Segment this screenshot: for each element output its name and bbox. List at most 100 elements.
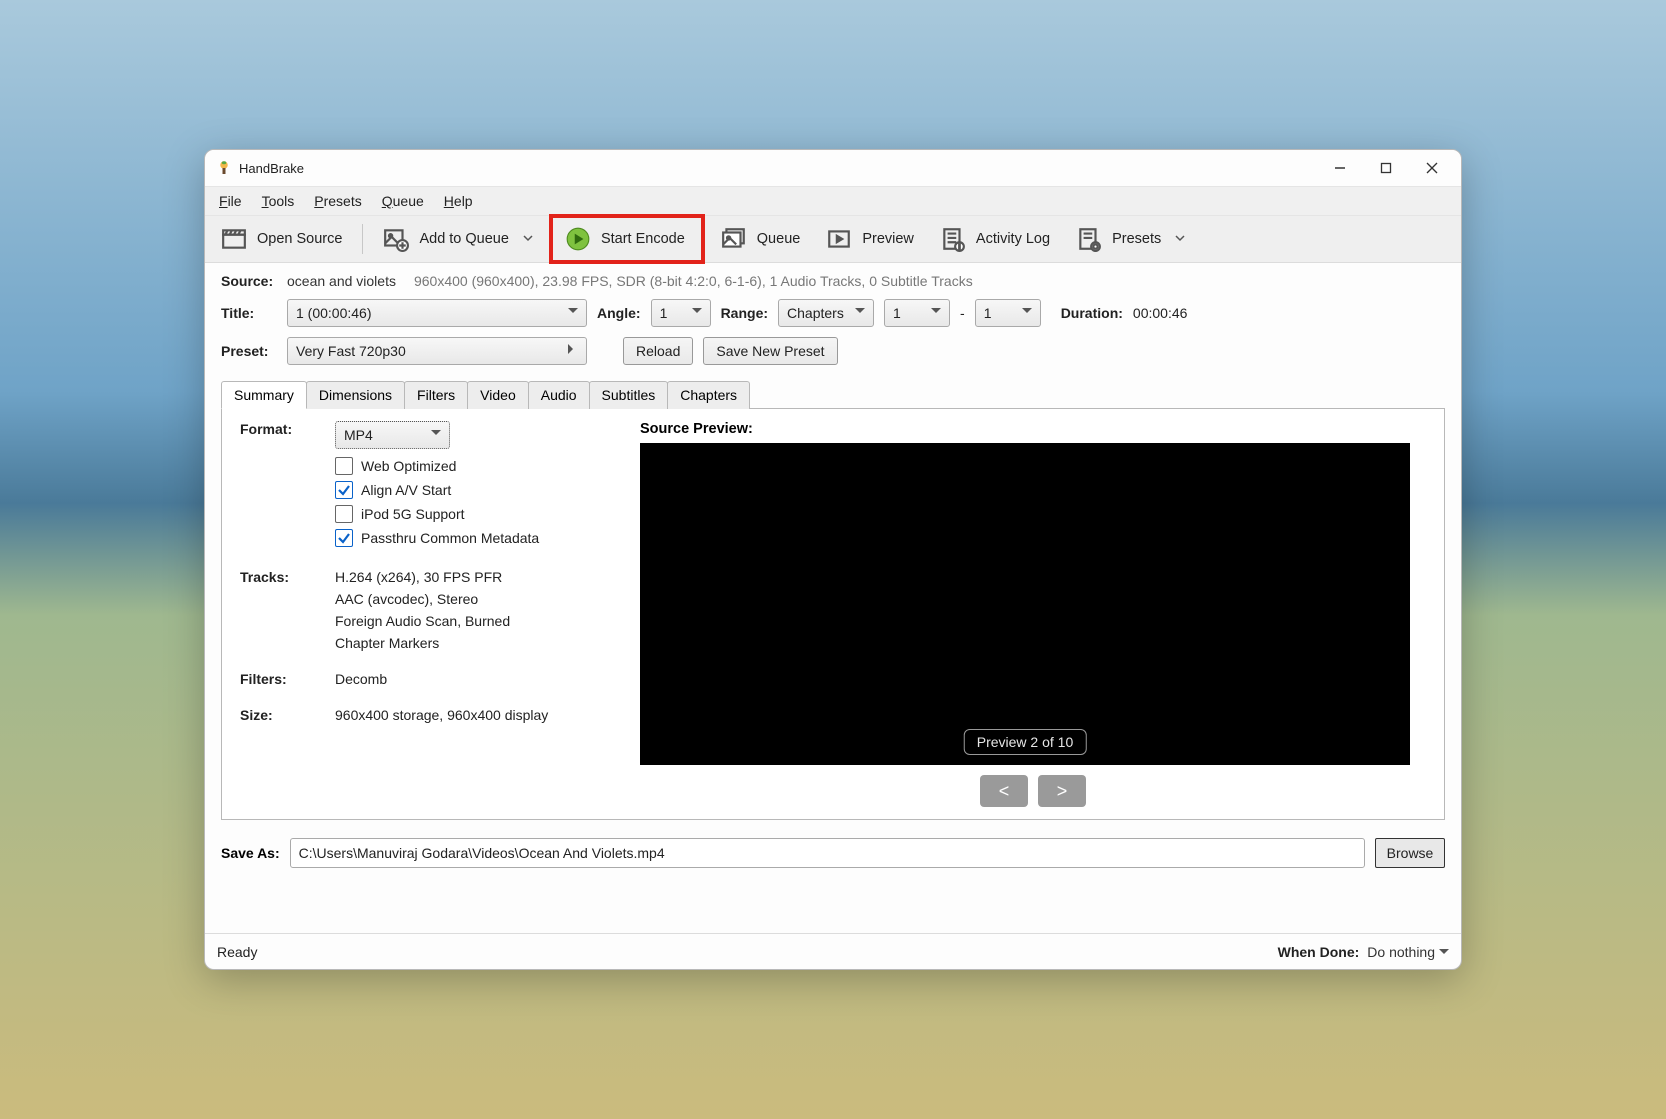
menu-tools[interactable]: Tools bbox=[252, 189, 305, 213]
open-source-button[interactable]: Open Source bbox=[211, 220, 352, 258]
checkbox-checked-icon bbox=[335, 529, 353, 547]
presets-label: Presets bbox=[1112, 231, 1161, 247]
angle-select[interactable]: 1 bbox=[651, 299, 711, 327]
app-icon bbox=[215, 159, 233, 177]
filters-value: Decomb bbox=[335, 671, 610, 687]
add-to-queue-label: Add to Queue bbox=[419, 231, 509, 247]
when-done-label: When Done: bbox=[1278, 944, 1360, 960]
check-web-optimized[interactable]: Web Optimized bbox=[335, 457, 610, 475]
checkbox-checked-icon bbox=[335, 481, 353, 499]
source-row: Source: ocean and violets 960x400 (960x4… bbox=[221, 273, 1445, 289]
source-meta: 960x400 (960x400), 23.98 FPS, SDR (8-bit… bbox=[414, 273, 973, 289]
check-passthru-meta[interactable]: Passthru Common Metadata bbox=[335, 529, 610, 547]
size-value: 960x400 storage, 960x400 display bbox=[335, 707, 610, 723]
format-label: Format: bbox=[240, 421, 335, 437]
browse-button[interactable]: Browse bbox=[1375, 838, 1445, 868]
preview-next-button[interactable]: > bbox=[1038, 775, 1086, 807]
start-encode-label: Start Encode bbox=[601, 231, 685, 247]
summary-left: Format: MP4 Web Optimized Align A/V Star… bbox=[240, 421, 610, 807]
queue-button[interactable]: Queue bbox=[711, 220, 811, 258]
menubar: File Tools Presets Queue Help bbox=[205, 186, 1461, 216]
checkbox-icon bbox=[335, 457, 353, 475]
close-button[interactable] bbox=[1409, 152, 1455, 184]
menu-queue[interactable]: Queue bbox=[372, 189, 434, 213]
menu-help[interactable]: Help bbox=[434, 189, 483, 213]
size-label: Size: bbox=[240, 707, 335, 723]
chevron-down-icon[interactable] bbox=[523, 231, 533, 247]
source-preview: Preview 2 of 10 bbox=[640, 443, 1410, 765]
chevron-right-icon bbox=[568, 344, 578, 354]
start-encode-button[interactable]: Start Encode bbox=[555, 220, 695, 258]
tab-panel-summary: Format: MP4 Web Optimized Align A/V Star… bbox=[221, 408, 1445, 820]
title-row: Title: 1 (00:00:46) Angle: 1 Range: Chap… bbox=[221, 299, 1445, 327]
minimize-button[interactable] bbox=[1317, 152, 1363, 184]
menu-file[interactable]: File bbox=[209, 189, 252, 213]
content-area: Source: ocean and violets 960x400 (960x4… bbox=[205, 263, 1461, 933]
title-select[interactable]: 1 (00:00:46) bbox=[287, 299, 587, 327]
checkbox-icon bbox=[335, 505, 353, 523]
activity-log-button[interactable]: i Activity Log bbox=[930, 220, 1060, 258]
filters-label: Filters: bbox=[240, 671, 335, 687]
preset-select[interactable]: Very Fast 720p30 bbox=[287, 337, 587, 365]
statusbar: Ready When Done: Do nothing bbox=[205, 933, 1461, 969]
tab-chapters[interactable]: Chapters bbox=[667, 381, 750, 409]
track-line: Foreign Audio Scan, Burned bbox=[335, 613, 610, 629]
save-as-row: Save As: Browse bbox=[221, 838, 1445, 868]
preview-nav: < > bbox=[640, 775, 1426, 807]
tab-dimensions[interactable]: Dimensions bbox=[306, 381, 405, 409]
toolbar-separator bbox=[362, 224, 363, 254]
tracks-list: H.264 (x264), 30 FPS PFR AAC (avcodec), … bbox=[335, 569, 610, 651]
highlight-frame: Start Encode bbox=[549, 214, 705, 264]
track-line: AAC (avcodec), Stereo bbox=[335, 591, 610, 607]
source-preview-label: Source Preview: bbox=[640, 421, 1426, 437]
tab-video[interactable]: Video bbox=[467, 381, 529, 409]
reload-button[interactable]: Reload bbox=[623, 337, 693, 365]
tab-summary[interactable]: Summary bbox=[221, 381, 307, 409]
preset-label: Preset: bbox=[221, 343, 277, 359]
chevron-down-icon[interactable] bbox=[1175, 231, 1185, 247]
when-done-select[interactable]: Do nothing bbox=[1367, 944, 1449, 960]
window-title: HandBrake bbox=[239, 161, 1317, 176]
range-from-select[interactable]: 1 bbox=[884, 299, 950, 327]
presets-button[interactable]: Presets bbox=[1066, 220, 1195, 258]
pictures-icon bbox=[721, 226, 747, 252]
presets-icon bbox=[1076, 226, 1102, 252]
title-label: Title: bbox=[221, 305, 277, 321]
range-dash: - bbox=[960, 305, 965, 321]
add-to-queue-button[interactable]: Add to Queue bbox=[373, 220, 543, 258]
status-text: Ready bbox=[217, 944, 257, 960]
save-as-input[interactable] bbox=[290, 838, 1365, 868]
clapperboard-icon bbox=[221, 226, 247, 252]
format-select[interactable]: MP4 bbox=[335, 421, 450, 449]
svg-text:i: i bbox=[959, 244, 960, 251]
when-done: When Done: Do nothing bbox=[1278, 944, 1449, 960]
check-ipod-5g[interactable]: iPod 5G Support bbox=[335, 505, 610, 523]
maximize-button[interactable] bbox=[1363, 152, 1409, 184]
tab-subtitles[interactable]: Subtitles bbox=[589, 381, 669, 409]
preview-index-chip: Preview 2 of 10 bbox=[964, 729, 1087, 755]
range-type-select[interactable]: Chapters bbox=[778, 299, 874, 327]
play-icon bbox=[565, 226, 591, 252]
save-new-preset-button[interactable]: Save New Preset bbox=[703, 337, 837, 365]
open-source-label: Open Source bbox=[257, 231, 342, 247]
preview-button[interactable]: Preview bbox=[816, 220, 924, 258]
check-align-av[interactable]: Align A/V Start bbox=[335, 481, 610, 499]
video-preview-icon bbox=[826, 226, 852, 252]
track-line: H.264 (x264), 30 FPS PFR bbox=[335, 569, 610, 585]
log-icon: i bbox=[940, 226, 966, 252]
preset-row: Preset: Very Fast 720p30 Reload Save New… bbox=[221, 337, 1445, 365]
duration-value: 00:00:46 bbox=[1133, 305, 1188, 321]
tab-audio[interactable]: Audio bbox=[528, 381, 590, 409]
tab-filters[interactable]: Filters bbox=[404, 381, 468, 409]
source-label: Source: bbox=[221, 273, 277, 289]
menu-presets[interactable]: Presets bbox=[304, 189, 371, 213]
range-to-select[interactable]: 1 bbox=[975, 299, 1041, 327]
range-label: Range: bbox=[721, 305, 768, 321]
activity-log-label: Activity Log bbox=[976, 231, 1050, 247]
preview-label: Preview bbox=[862, 231, 914, 247]
duration-label: Duration: bbox=[1061, 305, 1123, 321]
queue-label: Queue bbox=[757, 231, 801, 247]
tabs: Summary Dimensions Filters Video Audio S… bbox=[221, 381, 1445, 409]
preview-prev-button[interactable]: < bbox=[980, 775, 1028, 807]
tracks-label: Tracks: bbox=[240, 569, 335, 585]
